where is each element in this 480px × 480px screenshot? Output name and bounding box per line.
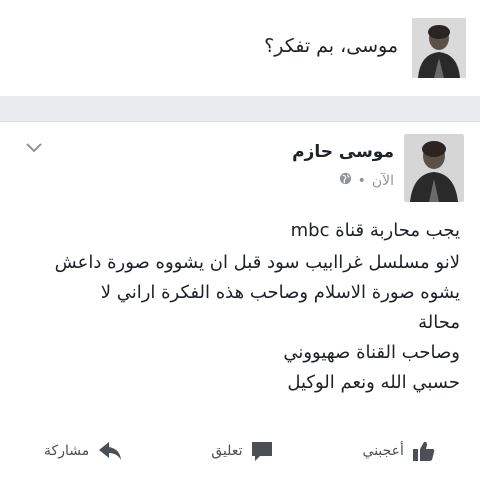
thumbs-up-icon [412,440,436,462]
share-label: مشاركة [44,443,90,459]
share-arrow-icon [97,440,123,462]
post-line: يجب محاربة قناة mbc [290,220,460,241]
post-body: يجب محاربة قناة mbc لانو مسلسل غراابيب س… [20,216,460,398]
feed-separator [0,96,480,122]
share-button[interactable]: مشاركة [44,440,123,462]
avatar[interactable] [412,18,466,78]
post-card: موسى حازم الآن • يجب محاربة قناة mbc لان… [0,122,480,480]
meta-separator: • [357,172,366,189]
post-meta: الآن • [339,172,394,189]
author-avatar[interactable] [404,134,464,202]
comment-label: تعليق [211,443,243,459]
post-line: لانو مسلسل غراابيب سود قبل ان يشووه صورة… [54,252,460,273]
globe-icon [339,172,352,189]
like-button[interactable]: أعجبني [363,440,436,462]
comment-icon [250,440,274,462]
comment-button[interactable]: تعليق [211,440,274,462]
chevron-down-icon[interactable] [24,140,44,154]
post-line: محالة [418,312,460,333]
post-author[interactable]: موسى حازم [292,142,394,162]
composer[interactable]: موسى، بم تفكر؟ [0,0,480,96]
post-line: حسبي الله ونعم الوكيل [287,372,460,393]
post-timestamp[interactable]: الآن [372,173,394,189]
post-actions: أعجبني تعليق مشاركة [0,422,480,480]
composer-prompt[interactable]: موسى، بم تفكر؟ [264,35,398,57]
like-label: أعجبني [362,443,404,459]
post-line: وصاحب القناة صهيووني [283,342,460,363]
post-line: يشوه صورة الاسلام وصاحب هذه الفكرة اراني… [100,282,460,303]
